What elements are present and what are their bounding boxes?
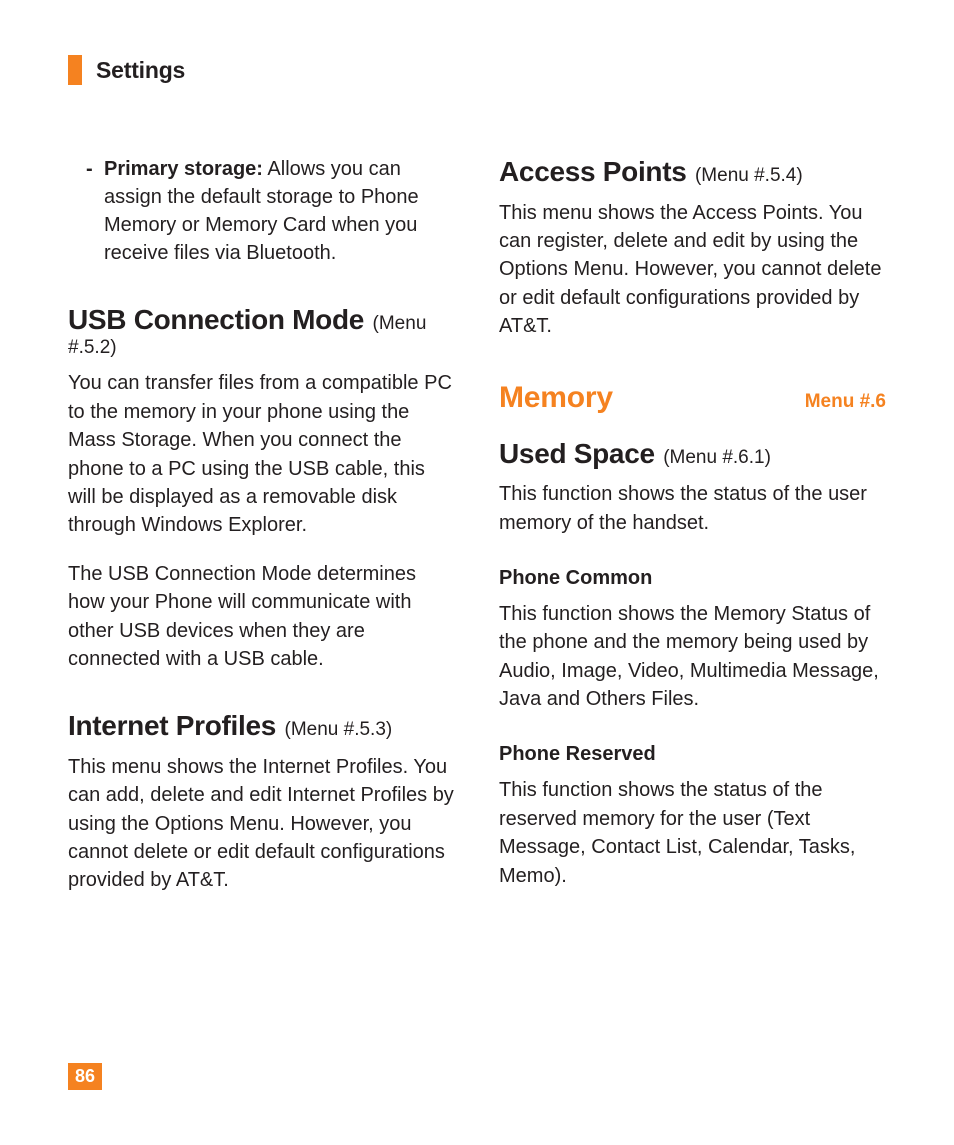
heading-memory: Memory Menu #.6	[499, 381, 886, 415]
page-number: 86	[68, 1063, 102, 1090]
usb-paragraph-2: The USB Connection Mode determines how y…	[68, 560, 455, 674]
phone-common-paragraph: This function shows the Memory Status of…	[499, 600, 886, 714]
page-header: Settings	[68, 55, 886, 85]
header-title: Settings	[96, 57, 185, 84]
subheading-phone-reserved: Phone Reserved	[499, 743, 886, 766]
heading-title: Used Space	[499, 438, 655, 469]
bullet-label: Primary storage:	[104, 158, 263, 180]
memory-menu-ref: Menu #.6	[805, 391, 886, 413]
memory-title: Memory	[499, 381, 613, 415]
heading-access-points: Access Points (Menu #.5.4)	[499, 155, 886, 189]
used-paragraph: This function shows the status of the us…	[499, 480, 886, 537]
bullet-dash: -	[86, 155, 93, 183]
heading-used-space: Used Space (Menu #.6.1)	[499, 437, 886, 471]
heading-title: Access Points	[499, 156, 687, 187]
bullet-primary-storage: - Primary storage: Allows you can assign…	[68, 155, 455, 267]
internet-paragraph: This menu shows the Internet Profiles. Y…	[68, 753, 455, 895]
content-columns: - Primary storage: Allows you can assign…	[68, 155, 886, 915]
page: Settings - Primary storage: Allows you c…	[0, 0, 954, 1145]
right-column: Access Points (Menu #.5.4) This menu sho…	[499, 155, 886, 915]
access-paragraph: This menu shows the Access Points. You c…	[499, 199, 886, 341]
phone-reserved-paragraph: This function shows the status of the re…	[499, 776, 886, 890]
usb-paragraph-1: You can transfer files from a compatible…	[68, 369, 455, 539]
heading-title: Internet Profiles	[68, 710, 276, 741]
heading-usb-connection-mode: USB Connection Mode (Menu #.5.2)	[68, 303, 455, 359]
heading-menu-ref: (Menu #.5.3)	[285, 719, 393, 740]
heading-internet-profiles: Internet Profiles (Menu #.5.3)	[68, 709, 455, 743]
header-accent-bar	[68, 55, 82, 85]
heading-title: USB Connection Mode	[68, 304, 364, 335]
heading-menu-ref: (Menu #.5.4)	[695, 165, 803, 186]
heading-menu-ref: (Menu #.6.1)	[663, 447, 771, 468]
left-column: - Primary storage: Allows you can assign…	[68, 155, 455, 915]
subheading-phone-common: Phone Common	[499, 567, 886, 590]
